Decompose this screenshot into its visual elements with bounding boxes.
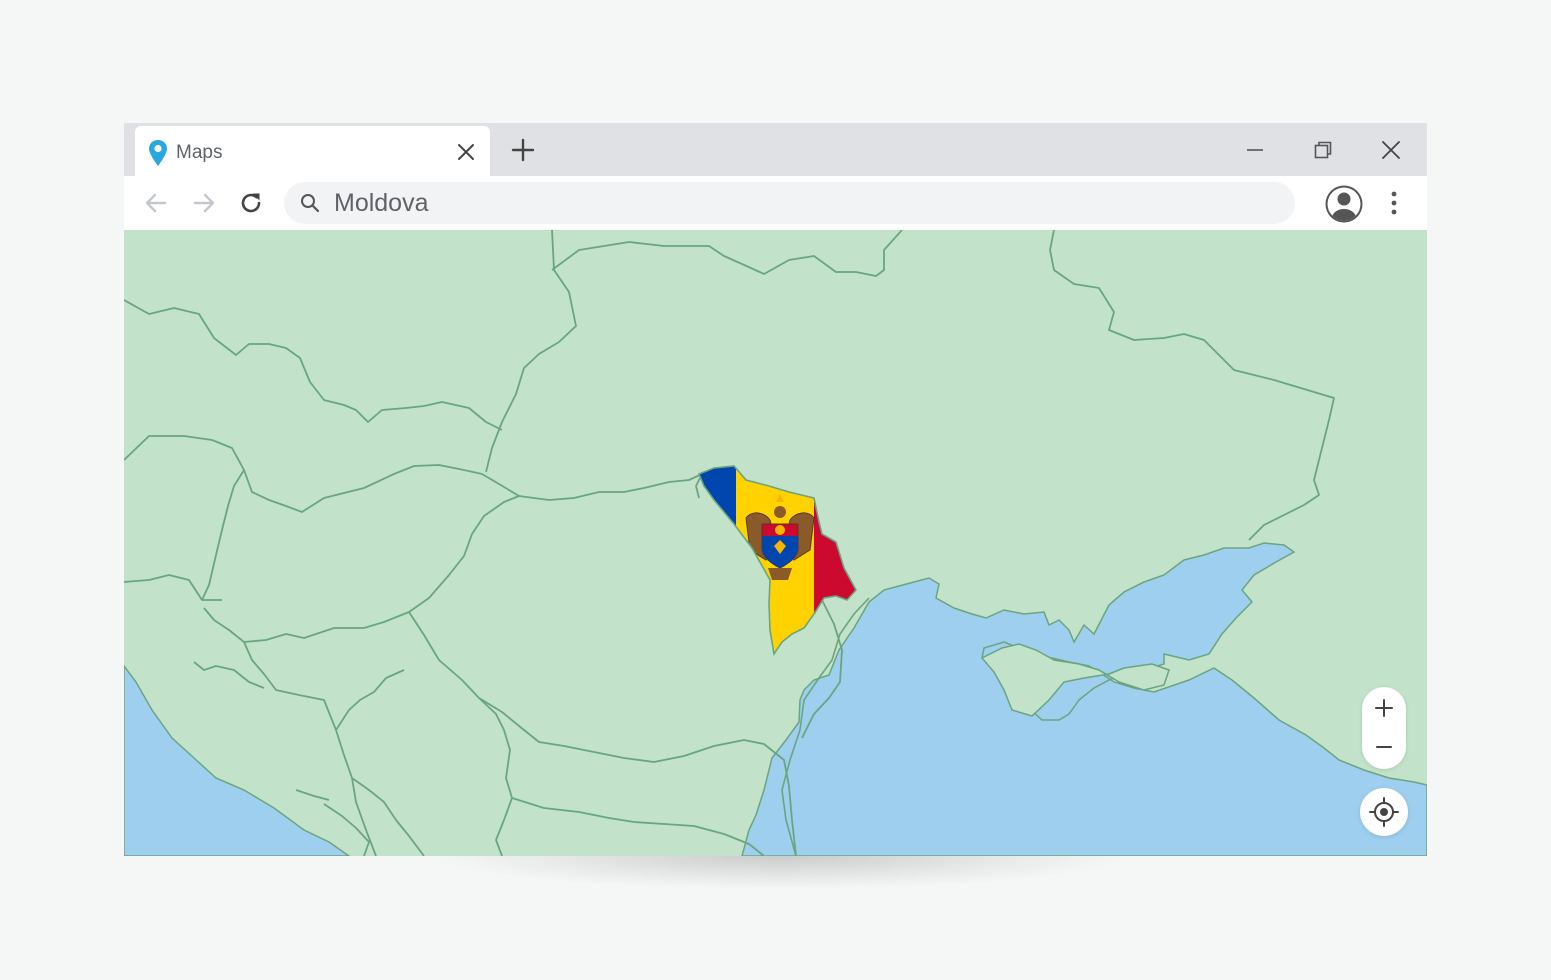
tab-bar: Maps xyxy=(124,123,1427,176)
zoom-in-button[interactable] xyxy=(1362,687,1406,728)
my-location-button[interactable] xyxy=(1360,788,1408,836)
account-circle-icon[interactable] xyxy=(1324,184,1364,224)
minimize-icon[interactable] xyxy=(1244,139,1266,161)
reload-button[interactable] xyxy=(238,190,264,216)
window-close-icon[interactable] xyxy=(1380,139,1402,161)
tab-close-icon[interactable] xyxy=(457,143,475,161)
more-vertical-icon[interactable] xyxy=(1382,189,1406,217)
map-graphic xyxy=(124,230,1427,856)
browser-toolbar xyxy=(124,176,1427,230)
zoom-out-button[interactable] xyxy=(1362,728,1406,769)
browser-window: Maps xyxy=(124,123,1427,856)
map-canvas[interactable] xyxy=(124,230,1427,856)
search-input[interactable] xyxy=(334,182,1234,224)
crosshair-icon xyxy=(1369,797,1399,827)
zoom-control xyxy=(1362,687,1406,769)
restore-icon[interactable] xyxy=(1312,139,1334,161)
search-icon xyxy=(301,194,320,213)
moldova-highlight xyxy=(697,465,857,657)
adriatic-sea xyxy=(124,664,351,856)
forward-button[interactable] xyxy=(191,190,217,216)
address-bar[interactable] xyxy=(284,182,1295,224)
tab-maps[interactable]: Maps xyxy=(135,126,490,176)
back-button[interactable] xyxy=(143,190,169,216)
new-tab-button[interactable] xyxy=(511,138,535,162)
tab-title: Maps xyxy=(176,142,223,163)
map-pin-icon xyxy=(149,140,167,166)
